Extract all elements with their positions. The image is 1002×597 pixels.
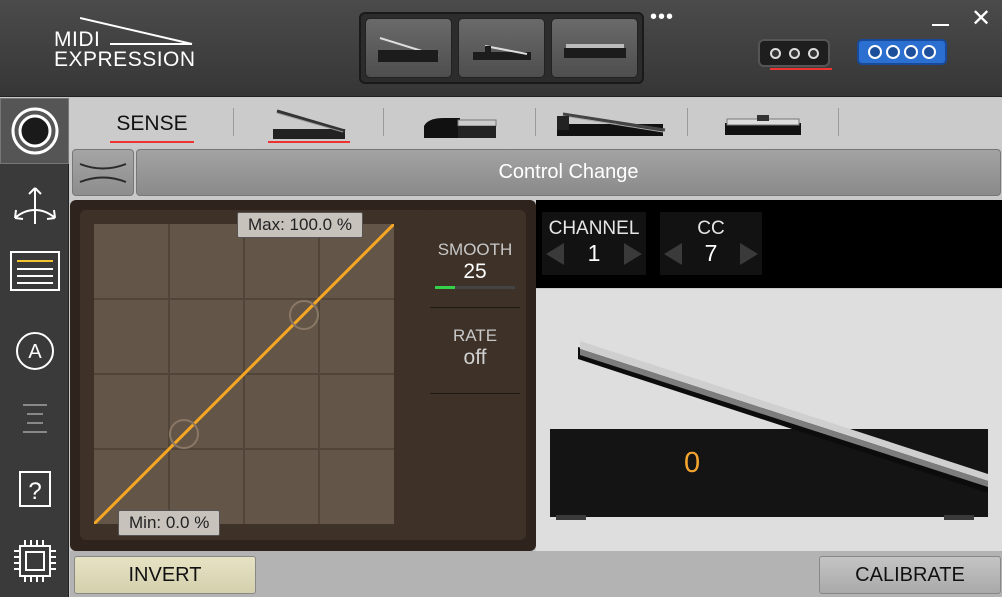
max-value-label[interactable]: Max: 100.0 % [237,212,363,238]
pedal-preset-2-button[interactable] [458,18,545,78]
parameter-column: SMOOTH 25 RATE off [424,210,526,540]
tab-long-pedal[interactable] [552,104,670,144]
rate-control[interactable]: RATE off [430,308,520,394]
help-icon: ? [18,471,51,507]
jack-hole-icon [788,47,800,59]
min-value-label[interactable]: Min: 0.0 % [118,510,221,536]
footswitch-icon [725,115,801,135]
cc-decrement-icon[interactable] [664,242,682,265]
smooth-label: SMOOTH [437,240,513,259]
tab-divider [383,108,384,136]
cc-stepper: CC 7 [660,212,762,275]
sidebar-item-device[interactable] [0,528,69,594]
midi-settings-panel: CHANNEL 1 CC 7 [536,200,1002,288]
pedal-preset-group [359,12,644,84]
levels-icon [22,404,47,433]
smooth-control[interactable]: SMOOTH 25 [430,222,520,308]
smooth-value: 25 [463,260,487,283]
expression-pedal-icon [273,109,346,139]
flat-pedal-icon [563,44,626,58]
expression-pedal-icon [377,37,438,62]
sidebar-item-routing[interactable] [0,168,69,234]
curve-editor-panel: Max: 100.0 % Min: 0.0 % SMOOTH 25 RATE o… [70,200,536,551]
midi-mode-selector[interactable]: Control Change [136,149,1001,196]
channel-label: CHANNEL [548,218,640,239]
channel-increment-icon[interactable] [623,242,642,265]
more-menu-icon[interactable]: ••• [650,6,674,29]
minimize-button[interactable] [932,4,950,30]
curve-type-button[interactable] [72,149,134,196]
jack-hole-icon [886,45,900,59]
response-curve-svg [94,224,394,524]
pedal-preset-3-button[interactable] [551,18,638,78]
long-pedal-icon [557,112,666,136]
response-curve-graph[interactable]: Max: 100.0 % Min: 0.0 % [94,212,394,536]
smooth-level-fill [435,286,455,289]
rate-label: RATE [452,326,498,345]
list-icon [9,251,60,291]
tab-sustain-pedal[interactable] [418,104,502,144]
calibrate-button[interactable]: CALIBRATE [819,556,1001,594]
app-logo: MIDI EXPRESSION [54,14,204,74]
routing-arrows-icon [13,187,56,224]
sidebar-item-auto[interactable]: A [0,318,69,384]
tab-active-underline [110,141,194,143]
jack-hole-icon [904,45,918,59]
midi-mode-label: Control Change [498,161,639,183]
pedal-preset-1-button[interactable] [365,18,452,78]
tab-divider [838,108,839,136]
pedal-value-readout: 0 [684,447,701,479]
tab-footswitch[interactable] [720,104,806,144]
sidebar-item-list[interactable] [0,238,69,304]
auto-icon-letter: A [28,341,42,363]
smooth-level-bar [435,286,515,289]
cc-increment-icon[interactable] [739,242,758,265]
sidebar-item-help[interactable]: ? [0,456,69,522]
chip-icon [13,540,56,582]
pedal-type-tabs: SENSE [70,98,1002,148]
curve-crossover-icon [79,162,127,183]
jack-hole-icon [868,45,882,59]
channel-decrement-icon[interactable] [546,242,564,265]
jack-hole-icon [807,47,819,59]
tab-active-underline [268,141,350,143]
sustain-pedal-icon [424,118,497,138]
selected-port-indicator [770,68,832,70]
bottom-action-bar: INVERT CALIBRATE [70,551,1002,597]
invert-button[interactable]: INVERT [74,556,256,594]
tab-divider [233,108,234,136]
expression-pedal-graphic [550,341,988,520]
tab-divider [687,108,688,136]
record-icon [11,107,58,155]
tab-expression-pedal[interactable] [268,104,350,144]
channel-stepper: CHANNEL 1 [542,212,646,275]
curve-graph-frame: Max: 100.0 % Min: 0.0 % [80,210,480,540]
close-button[interactable]: ✕ [971,4,991,33]
sidebar-item-levels[interactable] [0,386,69,452]
short-pedal-icon [472,45,531,60]
sidebar: A ? [0,98,69,597]
jack-hole-icon [769,47,781,59]
auto-icon: A [15,332,54,370]
tab-divider [535,108,536,136]
midi-jack-port-icon[interactable] [758,39,830,67]
channel-value: 1 [587,240,601,266]
logo-text-expression: EXPRESSION [54,48,196,71]
help-icon-glyph: ? [28,478,41,505]
tab-sense[interactable]: SENSE [110,104,194,144]
cc-label: CC [697,218,725,239]
tab-sense-label: SENSE [116,112,188,135]
cc-value: 7 [704,240,718,266]
usb-port-icon[interactable] [857,39,947,65]
pedal-visualizer: 0 [536,289,1002,551]
rate-value: off [463,346,487,369]
sidebar-item-record[interactable] [0,98,69,164]
logo-pedal-graphic [80,17,193,45]
jack-hole-icon [922,45,936,59]
title-bar: MIDI EXPRESSION ••• ✕ [0,0,1002,97]
